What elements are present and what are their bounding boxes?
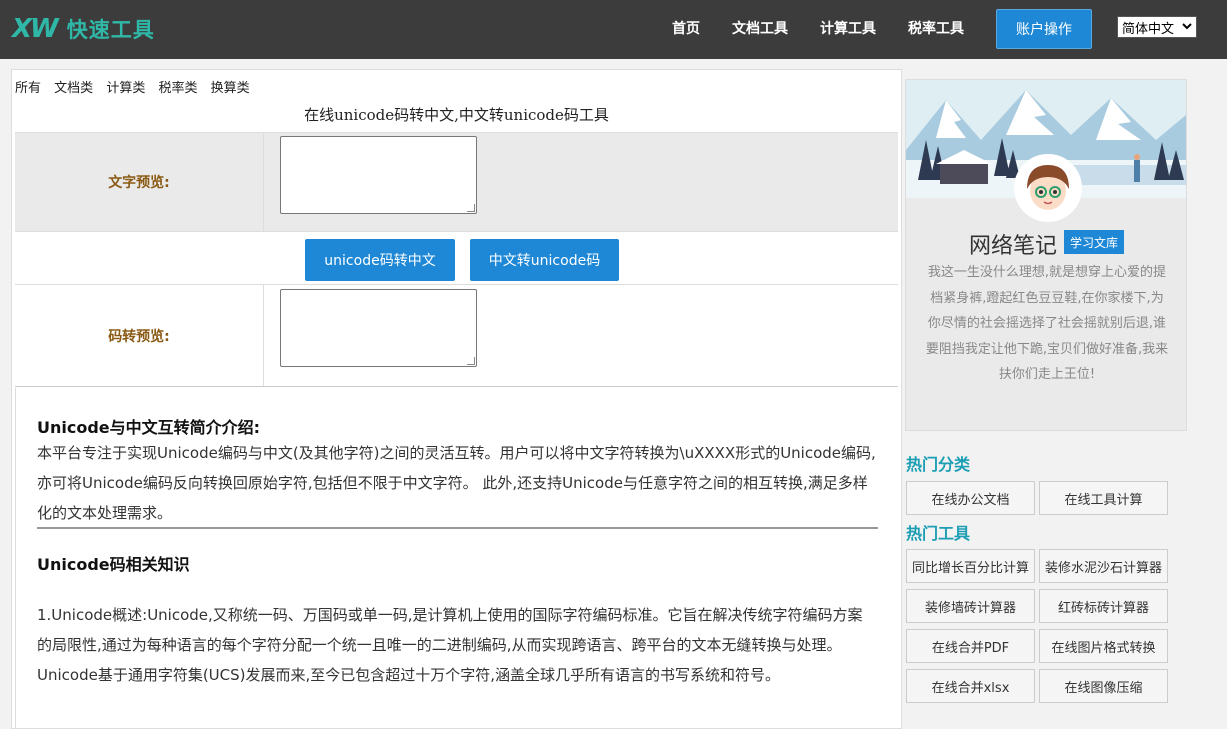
knowledge-heading: Unicode码相关知识	[37, 555, 190, 574]
main-panel: 所有 文档类 计算类 税率类 换算类 在线unicode码转中文,中文转unic…	[11, 69, 902, 729]
hot-tool-item[interactable]: 装修墙砖计算器	[906, 589, 1035, 623]
nav-home[interactable]: 首页	[672, 18, 700, 38]
resize-grip-icon[interactable]	[467, 357, 475, 365]
tool-title: 在线unicode码转中文,中文转unicode码工具	[304, 106, 609, 124]
intro-heading: Unicode与中文互转简介介绍:	[37, 418, 261, 437]
intro-section: Unicode与中文互转简介介绍: 本平台专注于实现Unicode编码与中文(及…	[15, 388, 898, 728]
text-preview-input[interactable]	[280, 136, 477, 214]
hot-tool-item[interactable]: 在线图片格式转换	[1039, 629, 1168, 663]
profile-tag-badge[interactable]: 学习文库	[1064, 230, 1125, 254]
hot-tool-item[interactable]: 同比增长百分比计算	[906, 549, 1035, 583]
language-value: 简体中文	[1122, 21, 1175, 37]
profile-name: 网络笔记	[969, 234, 1058, 259]
hot-category-item[interactable]: 在线工具计算	[1039, 481, 1168, 515]
category-convert[interactable]: 换算类	[211, 81, 250, 96]
unicode-to-chinese-button[interactable]: unicode码转中文	[305, 239, 455, 281]
hot-tool-item[interactable]: 装修水泥沙石计算器	[1039, 549, 1168, 583]
logo-mark: XW	[12, 14, 59, 44]
language-select[interactable]: 简体中文	[1117, 16, 1197, 38]
top-navbar: XW 快速工具 首页 文档工具 计算工具 税率工具 账户操作 简体中文	[0, 0, 1227, 59]
hot-category-item[interactable]: 在线办公文档	[906, 481, 1035, 515]
nav-calc-tools[interactable]: 计算工具	[820, 18, 876, 38]
category-calc[interactable]: 计算类	[106, 81, 145, 96]
site-logo[interactable]: XW 快速工具	[12, 12, 155, 46]
hot-tool-item[interactable]: 红砖标砖计算器	[1039, 589, 1168, 623]
divider	[37, 527, 878, 529]
account-button[interactable]: 账户操作	[996, 9, 1092, 49]
category-filter: 所有 文档类 计算类 税率类 换算类	[15, 77, 259, 96]
category-doc[interactable]: 文档类	[54, 81, 93, 96]
category-all[interactable]: 所有	[15, 81, 41, 96]
hot-tool-item[interactable]: 在线合并xlsx	[906, 669, 1035, 703]
action-row: unicode码转中文 中文转unicode码	[15, 232, 898, 285]
code-preview-input[interactable]	[280, 289, 477, 367]
hot-tools-title: 热门工具	[906, 524, 971, 543]
text-preview-label: 文字预览:	[15, 133, 264, 231]
category-tax[interactable]: 税率类	[158, 81, 197, 96]
resize-grip-icon[interactable]	[467, 204, 475, 212]
avatar[interactable]	[1014, 154, 1082, 222]
knowledge-paragraph: 1.Unicode概述:Unicode,又称统一码、万国码或单一码,是计算机上使…	[37, 606, 863, 684]
nav-doc-tools[interactable]: 文档工具	[732, 18, 788, 38]
hot-tool-item[interactable]: 在线图像压缩	[1039, 669, 1168, 703]
code-preview-row: 码转预览:	[15, 285, 898, 387]
intro-paragraph: 本平台专注于实现Unicode编码与中文(及其他字符)之间的灵活互转。用户可以将…	[37, 444, 876, 522]
profile-description: 我这一生没什么理想,就是想穿上心爱的提档紧身裤,蹬起红色豆豆鞋,在你家楼下,为你…	[925, 265, 1169, 382]
code-preview-label: 码转预览:	[15, 285, 264, 386]
logo-text: 快速工具	[66, 18, 155, 42]
hot-categories-title: 热门分类	[906, 455, 971, 474]
nav-tax-tools[interactable]: 税率工具	[908, 18, 964, 38]
chinese-to-unicode-button[interactable]: 中文转unicode码	[470, 239, 619, 281]
hot-tool-item[interactable]: 在线合并PDF	[906, 629, 1035, 663]
profile-card: 网络笔记 学习文库 我这一生没什么理想,就是想穿上心爱的提档紧身裤,蹬起红色豆豆…	[905, 79, 1187, 431]
text-preview-row: 文字预览:	[15, 132, 898, 232]
chevron-down-icon	[1182, 19, 1192, 36]
